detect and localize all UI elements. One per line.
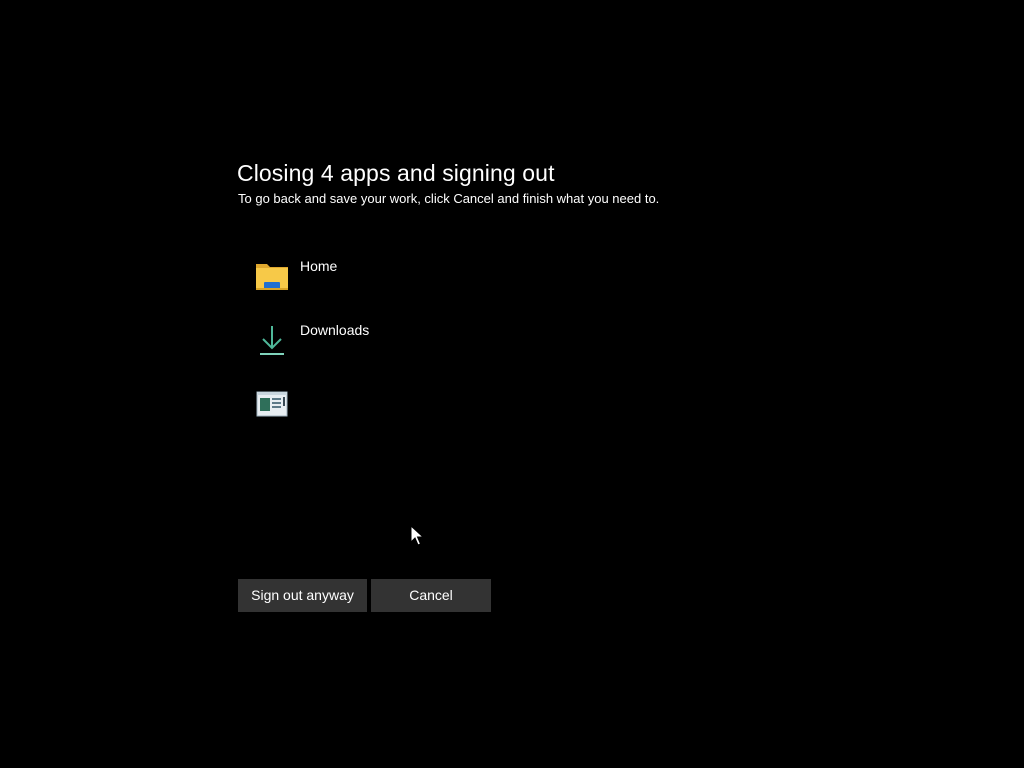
- mouse-cursor-icon: [410, 524, 425, 547]
- folder-icon: [254, 258, 290, 294]
- cancel-button[interactable]: Cancel: [371, 579, 491, 612]
- app-label: Home: [300, 258, 338, 274]
- dialog-subtitle: To go back and save your work, click Can…: [238, 191, 660, 206]
- app-label: Downloads: [300, 322, 370, 338]
- app-window-icon: [254, 386, 290, 422]
- app-item-unnamed: [254, 384, 554, 424]
- sign-out-screen: Closing 4 apps and signing out To go bac…: [0, 0, 1024, 768]
- download-icon: [254, 322, 290, 358]
- app-item-downloads: Downloads: [254, 320, 554, 360]
- sign-out-anyway-button[interactable]: Sign out anyway: [238, 579, 367, 612]
- dialog-title: Closing 4 apps and signing out: [237, 160, 555, 186]
- app-item-home: Home: [254, 256, 554, 296]
